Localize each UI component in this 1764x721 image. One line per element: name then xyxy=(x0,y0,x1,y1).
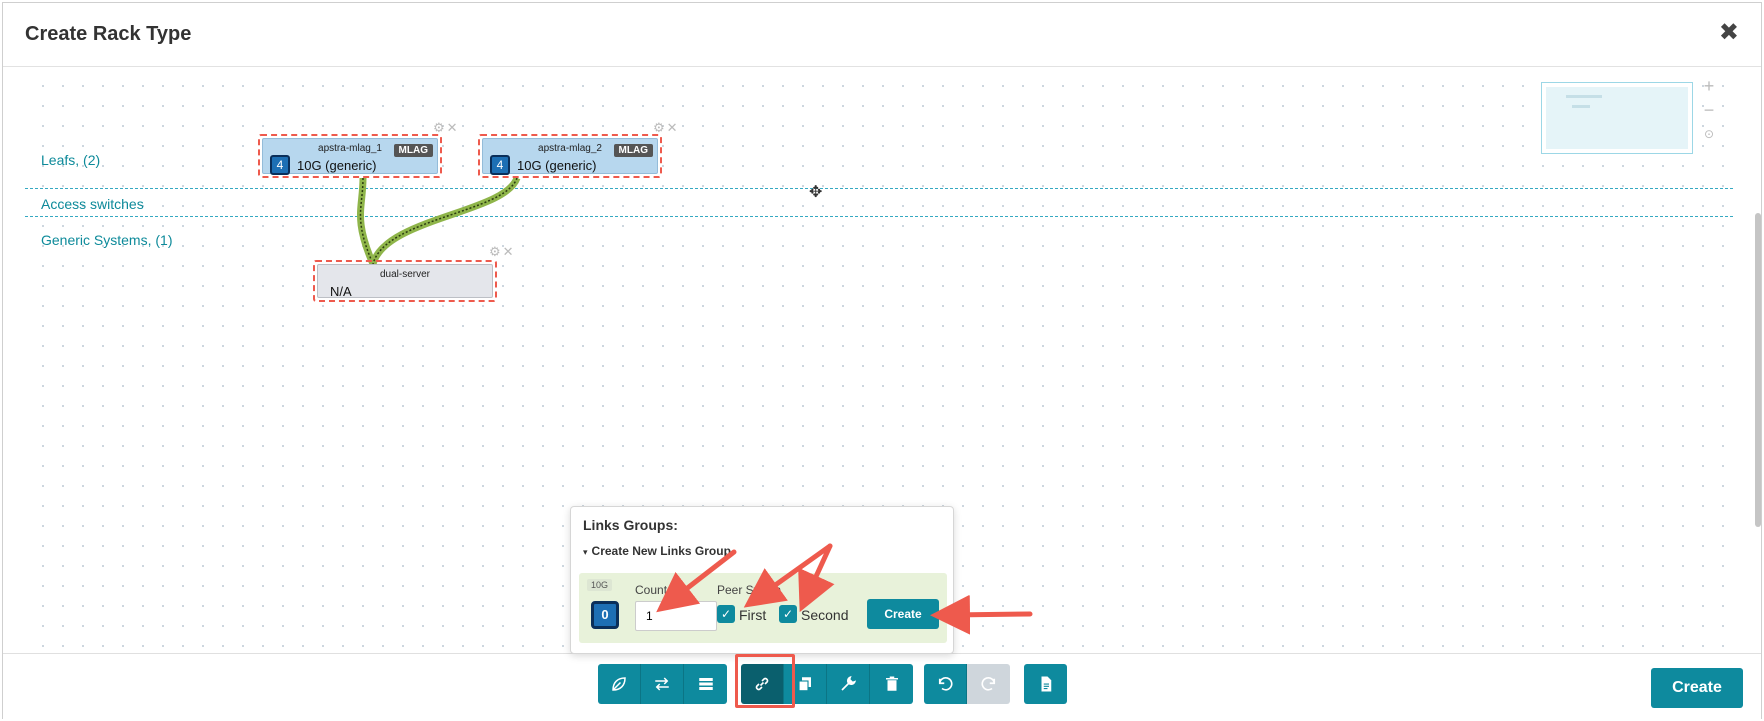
links-group-form: 10G 0 Count Peer Switch ✓ First ✓ Second… xyxy=(579,573,947,643)
peer-switch-label: Peer Switch xyxy=(717,583,782,597)
port-speed: 10G (generic) xyxy=(297,158,377,173)
create-button[interactable]: Create xyxy=(1651,668,1743,708)
rows-icon-svg xyxy=(698,678,713,690)
move-cursor-icon: ✥ xyxy=(809,184,823,201)
leaf-node-apstra-mlag-2[interactable]: apstra-mlag_2 MLAG 4 10G (generic) xyxy=(478,134,662,178)
second-label: Second xyxy=(801,607,849,623)
modal-header: Create Rack Type ✖ xyxy=(3,3,1761,67)
toolbar-group-layout xyxy=(598,664,727,704)
leaf-icon-svg xyxy=(612,677,626,691)
port-count-badge: 4 xyxy=(270,155,290,175)
leaf-node-apstra-mlag-1[interactable]: apstra-mlag_1 MLAG 4 10G (generic) xyxy=(258,134,442,178)
trash-icon-svg xyxy=(885,676,898,691)
document-icon[interactable] xyxy=(1024,664,1067,704)
current-count-badge: 0 xyxy=(591,601,619,629)
create-links-group-button[interactable]: Create xyxy=(867,599,939,629)
count-input[interactable] xyxy=(635,601,717,631)
toolbar-group-export xyxy=(1024,664,1067,704)
zoom-reset-icon[interactable]: ⊙ xyxy=(1701,126,1717,142)
links-groups-popover: Links Groups: ▾ Create New Links Group 10… xyxy=(570,506,954,654)
wrench-icon[interactable] xyxy=(827,664,870,704)
document-icon-svg xyxy=(1041,676,1051,692)
node-value: N/A xyxy=(330,284,352,299)
leaf-icon[interactable] xyxy=(598,664,641,704)
undo-icon[interactable] xyxy=(924,664,967,704)
wrench-icon-svg xyxy=(841,675,857,691)
popover-title: Links Groups: xyxy=(583,517,678,533)
rows-icon[interactable] xyxy=(684,664,727,704)
modal-title: Create Rack Type xyxy=(25,23,192,45)
zoom-in-icon[interactable]: + xyxy=(1701,77,1717,95)
close-icon[interactable]: ✖ xyxy=(1719,21,1739,45)
second-checkbox[interactable]: ✓ xyxy=(779,605,797,623)
zoom-out-icon[interactable]: − xyxy=(1701,101,1717,119)
section-label: Create New Links Group xyxy=(591,544,731,558)
create-links-group-toggle[interactable]: ▾ Create New Links Group xyxy=(583,544,731,558)
toolbar-group-history xyxy=(924,664,1010,704)
swap-icon[interactable] xyxy=(641,664,684,704)
redo-icon-svg xyxy=(980,677,995,691)
port-speed: 10G (generic) xyxy=(517,158,597,173)
mlag-badge: MLAG xyxy=(613,144,653,157)
trash-icon[interactable] xyxy=(870,664,913,704)
first-label: First xyxy=(739,607,767,623)
generic-node-dual-server[interactable]: dual-server N/A xyxy=(313,260,497,302)
count-label: Count xyxy=(635,583,668,597)
port-count-badge: 4 xyxy=(490,155,510,175)
minimap[interactable] xyxy=(1541,82,1693,154)
highlight-box-link-button xyxy=(735,654,795,708)
undo-icon-svg xyxy=(938,677,953,691)
speed-tag: 10G xyxy=(587,579,613,591)
node-name: dual-server xyxy=(379,269,431,280)
first-checkbox[interactable]: ✓ xyxy=(717,605,735,623)
mlag-badge: MLAG xyxy=(393,144,433,157)
swap-icon-svg xyxy=(655,677,669,691)
canvas-scrollbar[interactable] xyxy=(1755,213,1761,527)
server-tools[interactable]: ⚙✕ xyxy=(489,244,516,260)
caret-down-icon: ▾ xyxy=(583,547,588,557)
copy-icon-svg xyxy=(798,677,811,692)
redo-icon[interactable] xyxy=(967,664,1010,704)
